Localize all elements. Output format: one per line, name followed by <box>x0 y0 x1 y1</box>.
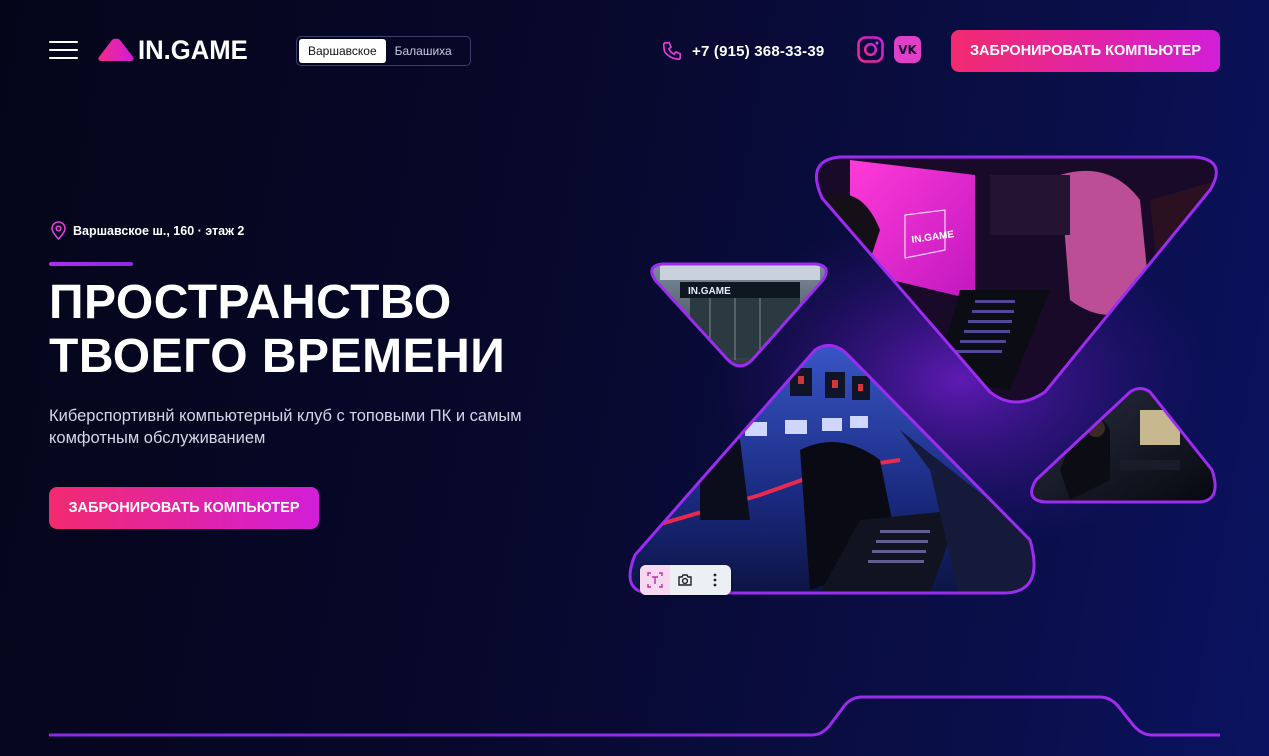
menu-icon[interactable] <box>49 40 78 60</box>
accent-divider <box>49 262 133 266</box>
vk-icon-label: VK <box>898 42 917 57</box>
logo[interactable]: IN.GAME <box>97 36 254 64</box>
hero-title-line-2: ТВОЕГО ВРЕМЕНИ <box>49 330 506 383</box>
branch-option-balashikha[interactable]: Балашиха <box>386 39 461 63</box>
bottom-decor-line <box>49 695 1220 737</box>
logo-text: IN.GAME <box>138 35 248 65</box>
text-select-icon[interactable] <box>640 565 670 595</box>
photo-collage: IN.GAME IN.GAME <box>628 155 1218 595</box>
phone-link[interactable]: +7 (915) 368-33-39 <box>661 40 824 62</box>
phone-icon <box>662 41 682 61</box>
book-computer-header-button[interactable]: ЗАБРОНИРОВАТЬ КОМПЬЮТЕР <box>951 30 1220 72</box>
instagram-icon[interactable] <box>857 36 884 63</box>
camera-search-icon[interactable] <box>670 565 700 595</box>
branch-option-varshavskoe[interactable]: Варшавское <box>299 39 386 63</box>
logo-triangle-icon <box>98 38 134 61</box>
location-pin-icon <box>51 221 66 240</box>
hero-subtitle: Киберспортивнй компьютерный клуб с топов… <box>49 407 522 447</box>
image-toolbar <box>640 565 731 595</box>
hero-title: ПРОСТРАНСТВО ТВОЕГО ВРЕМЕНИ <box>49 276 609 384</box>
more-options-icon[interactable] <box>700 565 730 595</box>
club-sign-text: IN.GAME <box>688 286 731 297</box>
branch-switch: Варшавское Балашиха <box>296 36 471 66</box>
hero-title-line-1: ПРОСТРАНСТВО <box>49 276 452 329</box>
book-computer-hero-button[interactable]: ЗАБРОНИРОВАТЬ КОМПЬЮТЕР <box>49 487 319 529</box>
address-text: Варшавское ш., 160 · этаж 2 <box>73 223 245 238</box>
phone-number: +7 (915) 368-33-39 <box>692 42 825 60</box>
vk-icon[interactable]: VK <box>894 36 921 63</box>
address: Варшавское ш., 160 · этаж 2 <box>50 221 244 240</box>
